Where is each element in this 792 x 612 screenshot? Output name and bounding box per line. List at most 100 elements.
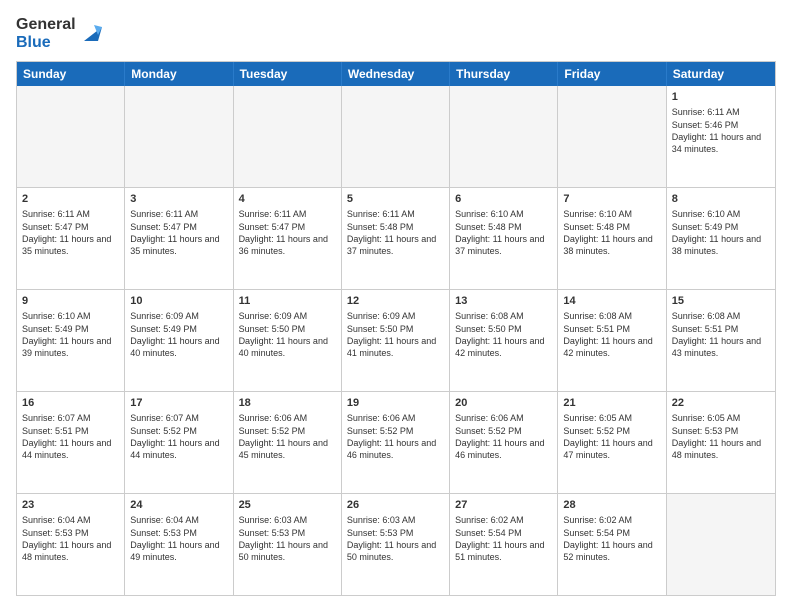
day-number: 19 xyxy=(347,396,444,410)
week-row-4: 16 Sunrise: 6:07 AM Sunset: 5:51 PM Dayl… xyxy=(17,391,775,493)
day-number: 16 xyxy=(22,396,119,410)
day-header-friday: Friday xyxy=(558,62,666,86)
logo: General Blue xyxy=(16,16,102,51)
sun-info: Sunrise: 6:04 AM Sunset: 5:53 PM Dayligh… xyxy=(130,514,227,563)
empty-cell xyxy=(234,86,342,187)
empty-cell xyxy=(558,86,666,187)
day-cell-2: 2 Sunrise: 6:11 AM Sunset: 5:47 PM Dayli… xyxy=(17,188,125,289)
sun-info: Sunrise: 6:02 AM Sunset: 5:54 PM Dayligh… xyxy=(563,514,660,563)
day-cell-25: 25 Sunrise: 6:03 AM Sunset: 5:53 PM Dayl… xyxy=(234,494,342,595)
empty-cell xyxy=(125,86,233,187)
day-number: 23 xyxy=(22,498,119,512)
day-header-tuesday: Tuesday xyxy=(234,62,342,86)
day-header-sunday: Sunday xyxy=(17,62,125,86)
calendar-body: 1 Sunrise: 6:11 AM Sunset: 5:46 PM Dayli… xyxy=(17,86,775,595)
sun-info: Sunrise: 6:10 AM Sunset: 5:49 PM Dayligh… xyxy=(22,310,119,359)
day-number: 27 xyxy=(455,498,552,512)
day-cell-27: 27 Sunrise: 6:02 AM Sunset: 5:54 PM Dayl… xyxy=(450,494,558,595)
sun-info: Sunrise: 6:02 AM Sunset: 5:54 PM Dayligh… xyxy=(455,514,552,563)
sun-info: Sunrise: 6:09 AM Sunset: 5:50 PM Dayligh… xyxy=(347,310,444,359)
logo-general: General xyxy=(16,16,76,34)
sun-info: Sunrise: 6:11 AM Sunset: 5:47 PM Dayligh… xyxy=(130,208,227,257)
day-number: 7 xyxy=(563,192,660,206)
day-number: 3 xyxy=(130,192,227,206)
day-cell-20: 20 Sunrise: 6:06 AM Sunset: 5:52 PM Dayl… xyxy=(450,392,558,493)
day-number: 14 xyxy=(563,294,660,308)
sun-info: Sunrise: 6:05 AM Sunset: 5:52 PM Dayligh… xyxy=(563,412,660,461)
calendar-header: SundayMondayTuesdayWednesdayThursdayFrid… xyxy=(17,62,775,86)
day-cell-26: 26 Sunrise: 6:03 AM Sunset: 5:53 PM Dayl… xyxy=(342,494,450,595)
empty-cell xyxy=(342,86,450,187)
day-number: 13 xyxy=(455,294,552,308)
sun-info: Sunrise: 6:07 AM Sunset: 5:52 PM Dayligh… xyxy=(130,412,227,461)
sun-info: Sunrise: 6:04 AM Sunset: 5:53 PM Dayligh… xyxy=(22,514,119,563)
sun-info: Sunrise: 6:06 AM Sunset: 5:52 PM Dayligh… xyxy=(455,412,552,461)
day-number: 26 xyxy=(347,498,444,512)
sun-info: Sunrise: 6:08 AM Sunset: 5:50 PM Dayligh… xyxy=(455,310,552,359)
day-cell-14: 14 Sunrise: 6:08 AM Sunset: 5:51 PM Dayl… xyxy=(558,290,666,391)
sun-info: Sunrise: 6:11 AM Sunset: 5:46 PM Dayligh… xyxy=(672,106,770,155)
sun-info: Sunrise: 6:08 AM Sunset: 5:51 PM Dayligh… xyxy=(672,310,770,359)
day-number: 17 xyxy=(130,396,227,410)
day-number: 1 xyxy=(672,90,770,104)
day-number: 25 xyxy=(239,498,336,512)
day-cell-21: 21 Sunrise: 6:05 AM Sunset: 5:52 PM Dayl… xyxy=(558,392,666,493)
day-number: 20 xyxy=(455,396,552,410)
day-number: 18 xyxy=(239,396,336,410)
sun-info: Sunrise: 6:10 AM Sunset: 5:48 PM Dayligh… xyxy=(563,208,660,257)
day-cell-5: 5 Sunrise: 6:11 AM Sunset: 5:48 PM Dayli… xyxy=(342,188,450,289)
sun-info: Sunrise: 6:09 AM Sunset: 5:49 PM Dayligh… xyxy=(130,310,227,359)
day-cell-11: 11 Sunrise: 6:09 AM Sunset: 5:50 PM Dayl… xyxy=(234,290,342,391)
sun-info: Sunrise: 6:11 AM Sunset: 5:48 PM Dayligh… xyxy=(347,208,444,257)
day-number: 8 xyxy=(672,192,770,206)
day-number: 5 xyxy=(347,192,444,206)
logo-triangle-icon xyxy=(80,23,102,45)
sun-info: Sunrise: 6:03 AM Sunset: 5:53 PM Dayligh… xyxy=(239,514,336,563)
day-header-monday: Monday xyxy=(125,62,233,86)
day-cell-7: 7 Sunrise: 6:10 AM Sunset: 5:48 PM Dayli… xyxy=(558,188,666,289)
sun-info: Sunrise: 6:08 AM Sunset: 5:51 PM Dayligh… xyxy=(563,310,660,359)
day-number: 6 xyxy=(455,192,552,206)
week-row-2: 2 Sunrise: 6:11 AM Sunset: 5:47 PM Dayli… xyxy=(17,187,775,289)
empty-cell xyxy=(667,494,775,595)
sun-info: Sunrise: 6:09 AM Sunset: 5:50 PM Dayligh… xyxy=(239,310,336,359)
day-number: 24 xyxy=(130,498,227,512)
day-cell-22: 22 Sunrise: 6:05 AM Sunset: 5:53 PM Dayl… xyxy=(667,392,775,493)
day-number: 22 xyxy=(672,396,770,410)
sun-info: Sunrise: 6:06 AM Sunset: 5:52 PM Dayligh… xyxy=(239,412,336,461)
day-cell-8: 8 Sunrise: 6:10 AM Sunset: 5:49 PM Dayli… xyxy=(667,188,775,289)
day-cell-19: 19 Sunrise: 6:06 AM Sunset: 5:52 PM Dayl… xyxy=(342,392,450,493)
calendar: SundayMondayTuesdayWednesdayThursdayFrid… xyxy=(16,61,776,596)
sun-info: Sunrise: 6:06 AM Sunset: 5:52 PM Dayligh… xyxy=(347,412,444,461)
sun-info: Sunrise: 6:11 AM Sunset: 5:47 PM Dayligh… xyxy=(22,208,119,257)
week-row-3: 9 Sunrise: 6:10 AM Sunset: 5:49 PM Dayli… xyxy=(17,289,775,391)
day-number: 9 xyxy=(22,294,119,308)
day-cell-13: 13 Sunrise: 6:08 AM Sunset: 5:50 PM Dayl… xyxy=(450,290,558,391)
day-number: 2 xyxy=(22,192,119,206)
day-cell-9: 9 Sunrise: 6:10 AM Sunset: 5:49 PM Dayli… xyxy=(17,290,125,391)
day-cell-10: 10 Sunrise: 6:09 AM Sunset: 5:49 PM Dayl… xyxy=(125,290,233,391)
day-number: 28 xyxy=(563,498,660,512)
week-row-1: 1 Sunrise: 6:11 AM Sunset: 5:46 PM Dayli… xyxy=(17,86,775,187)
day-header-saturday: Saturday xyxy=(667,62,775,86)
sun-info: Sunrise: 6:11 AM Sunset: 5:47 PM Dayligh… xyxy=(239,208,336,257)
sun-info: Sunrise: 6:10 AM Sunset: 5:49 PM Dayligh… xyxy=(672,208,770,257)
header: General Blue xyxy=(16,16,776,51)
day-cell-12: 12 Sunrise: 6:09 AM Sunset: 5:50 PM Dayl… xyxy=(342,290,450,391)
day-cell-4: 4 Sunrise: 6:11 AM Sunset: 5:47 PM Dayli… xyxy=(234,188,342,289)
day-number: 12 xyxy=(347,294,444,308)
day-header-thursday: Thursday xyxy=(450,62,558,86)
day-cell-3: 3 Sunrise: 6:11 AM Sunset: 5:47 PM Dayli… xyxy=(125,188,233,289)
day-number: 11 xyxy=(239,294,336,308)
empty-cell xyxy=(17,86,125,187)
day-number: 15 xyxy=(672,294,770,308)
day-header-wednesday: Wednesday xyxy=(342,62,450,86)
day-number: 10 xyxy=(130,294,227,308)
sun-info: Sunrise: 6:05 AM Sunset: 5:53 PM Dayligh… xyxy=(672,412,770,461)
day-number: 21 xyxy=(563,396,660,410)
day-cell-6: 6 Sunrise: 6:10 AM Sunset: 5:48 PM Dayli… xyxy=(450,188,558,289)
day-cell-24: 24 Sunrise: 6:04 AM Sunset: 5:53 PM Dayl… xyxy=(125,494,233,595)
empty-cell xyxy=(450,86,558,187)
day-cell-15: 15 Sunrise: 6:08 AM Sunset: 5:51 PM Dayl… xyxy=(667,290,775,391)
logo-blue: Blue xyxy=(16,34,76,52)
